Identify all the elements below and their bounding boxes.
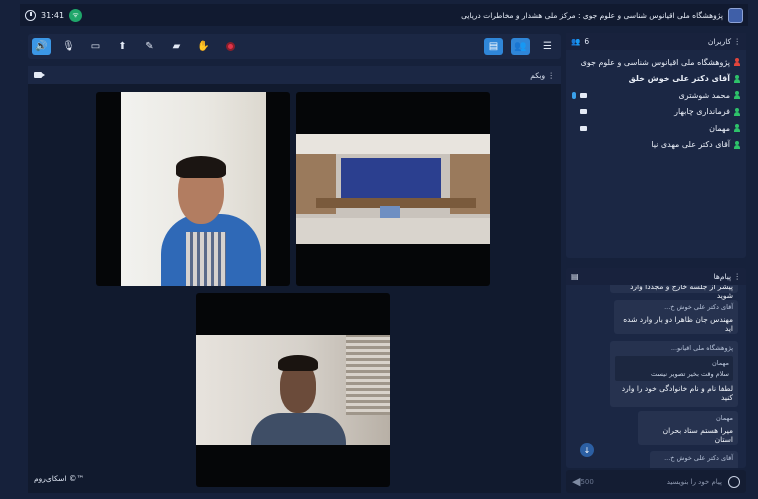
message-sender: مهمان xyxy=(716,414,733,422)
user-item[interactable]: آقای دکتر علی مهدی نیا xyxy=(572,137,740,154)
camera-icon xyxy=(580,125,587,131)
quoted-message: مهمان سلام وقت بخیر تصویر نیست xyxy=(615,356,733,381)
users-more-icon[interactable]: ⋮ xyxy=(731,37,741,46)
user-list: پژوهشگاه ملی اقیانوس شناسی و علوم جوی آق… xyxy=(566,50,746,157)
message-item: آقای دکتر علی خوش خ... مهندس جان ظاهرا د… xyxy=(614,300,738,334)
char-counter: 500 xyxy=(580,477,594,486)
message-item: آقای دکتر علی خوش خ... xyxy=(650,451,738,468)
user-icon xyxy=(734,140,740,149)
mic-off-icon[interactable]: 🎙 xyxy=(59,38,78,55)
video-tile-1[interactable] xyxy=(96,92,290,286)
message-sender: آقای دکتر علی خوش خ... xyxy=(664,303,733,311)
video-tile-2[interactable] xyxy=(296,92,490,286)
scroll-down-button[interactable]: ↓ xyxy=(580,443,594,457)
user-item[interactable]: مهمان xyxy=(572,120,740,137)
users-count: 6 xyxy=(584,37,590,46)
webcam-header: ⋮ وبکم xyxy=(28,66,561,84)
user-icon xyxy=(734,91,740,100)
messages-panel: ▤ ⋮ پیام‌ها پیشر از جلسه خارج و مجددا وا… xyxy=(566,268,746,468)
message-item: پژوهشگاه ملی اقیانو... مهمان سلام وقت بخ… xyxy=(610,341,738,407)
quoted-sender: مهمان xyxy=(712,359,729,367)
room-logo xyxy=(728,7,743,23)
user-name: مهمان xyxy=(709,123,730,133)
session-time: 31:41 xyxy=(41,10,65,20)
quoted-text: سلام وقت بخیر تصویر نیست xyxy=(651,370,729,378)
webcam-more-icon[interactable]: ⋮ xyxy=(545,71,555,80)
user-icon xyxy=(734,58,740,67)
share-screen-icon[interactable]: ⬆ xyxy=(113,38,132,55)
camera-icon xyxy=(34,72,45,78)
messages-header: ▤ ⋮ پیام‌ها xyxy=(566,268,746,285)
message-item: مهمان میرا هستم ستاد بحران استان xyxy=(638,411,738,445)
user-icon xyxy=(734,124,740,133)
raise-hand-icon[interactable]: ✋ xyxy=(194,38,213,55)
title-bar: 31:41 ᯤ پژوهشگاه ملی اقیانوس شناسی و علو… xyxy=(20,4,748,26)
user-icon xyxy=(734,74,740,83)
control-toolbar: 🔊 🎙 ▭ ⬆ ✎ ▰ ✋ ▤ 👥 ☰ xyxy=(28,34,561,59)
video-tile-3[interactable] xyxy=(196,293,390,487)
camera-icon xyxy=(580,109,587,115)
send-icon[interactable]: ◀ xyxy=(572,475,580,488)
message-text: میرا هستم ستاد بحران استان xyxy=(662,426,733,444)
user-name: پژوهشگاه ملی اقیانوس شناسی و علوم جوی xyxy=(580,57,730,67)
message-text: مهندس جان ظاهرا دو بار وارد شده اید xyxy=(623,315,733,333)
emoji-icon[interactable] xyxy=(728,475,740,488)
message-composer: ◀ 500 پیام خود را بنویسید xyxy=(566,470,746,493)
messages-more-icon[interactable]: ⋮ xyxy=(731,272,741,281)
users-header: 👥 6 ⋮ کاربران xyxy=(566,33,746,50)
webcam-title: وبکم xyxy=(530,70,546,80)
user-item[interactable]: آقای دکتر علی خوش خلق xyxy=(572,71,740,88)
user-icon xyxy=(734,107,740,116)
chat-toggle-icon[interactable]: ▤ xyxy=(484,38,503,55)
user-name: فرمانداری چابهار xyxy=(674,107,730,117)
menu-icon[interactable]: ☰ xyxy=(538,38,557,55)
folder-icon[interactable]: ▰ xyxy=(167,38,186,55)
camera-icon xyxy=(580,92,587,98)
message-item: پیشر از جلسه خارج و مجددا وارد شوید xyxy=(610,285,738,300)
record-icon[interactable] xyxy=(221,38,240,55)
user-name: آقای دکتر علی مهدی نیا xyxy=(651,140,730,150)
brush-icon[interactable]: ✎ xyxy=(140,38,159,55)
user-item[interactable]: پژوهشگاه ملی اقیانوس شناسی و علوم جوی xyxy=(572,54,740,71)
users-count-icon: 👥 xyxy=(571,37,581,46)
users-toggle-icon[interactable]: 👥 xyxy=(511,38,530,55)
user-name: محمد شوشتری xyxy=(678,90,730,100)
messages-title: پیام‌ها xyxy=(713,272,732,281)
message-text: پیشر از جلسه خارج و مجددا وارد شوید xyxy=(630,285,733,300)
message-sender: پژوهشگاه ملی اقیانو... xyxy=(670,344,733,352)
watermark: اسکای‌روم ©™ xyxy=(34,474,84,483)
message-sender: آقای دکتر علی خوش خ... xyxy=(664,454,733,462)
room-title: پژوهشگاه ملی اقیانوس شناسی و علوم جوی : … xyxy=(461,10,723,20)
message-list: پیشر از جلسه خارج و مجددا وارد شوید آقای… xyxy=(566,285,746,468)
clock-icon xyxy=(25,9,36,21)
speaker-icon[interactable]: 🔊 xyxy=(32,38,51,55)
connection-icon[interactable]: ᯤ xyxy=(69,8,83,22)
message-text: لطفا نام و نام خانوادگی خود را وارد کنید xyxy=(621,384,733,402)
user-name: آقای دکتر علی خوش خلق xyxy=(628,74,730,84)
users-panel: 👥 6 ⋮ کاربران پژوهشگاه ملی اقیانوس شناسی… xyxy=(566,33,746,258)
user-item[interactable]: محمد شوشتری xyxy=(572,87,740,104)
chat-icon: ▤ xyxy=(571,272,579,281)
mic-icon xyxy=(572,91,576,99)
camera-off-icon[interactable]: ▭ xyxy=(86,38,105,55)
user-item[interactable]: فرمانداری چابهار xyxy=(572,104,740,121)
message-input[interactable]: پیام خود را بنویسید xyxy=(667,478,722,486)
users-title: کاربران xyxy=(707,37,732,46)
